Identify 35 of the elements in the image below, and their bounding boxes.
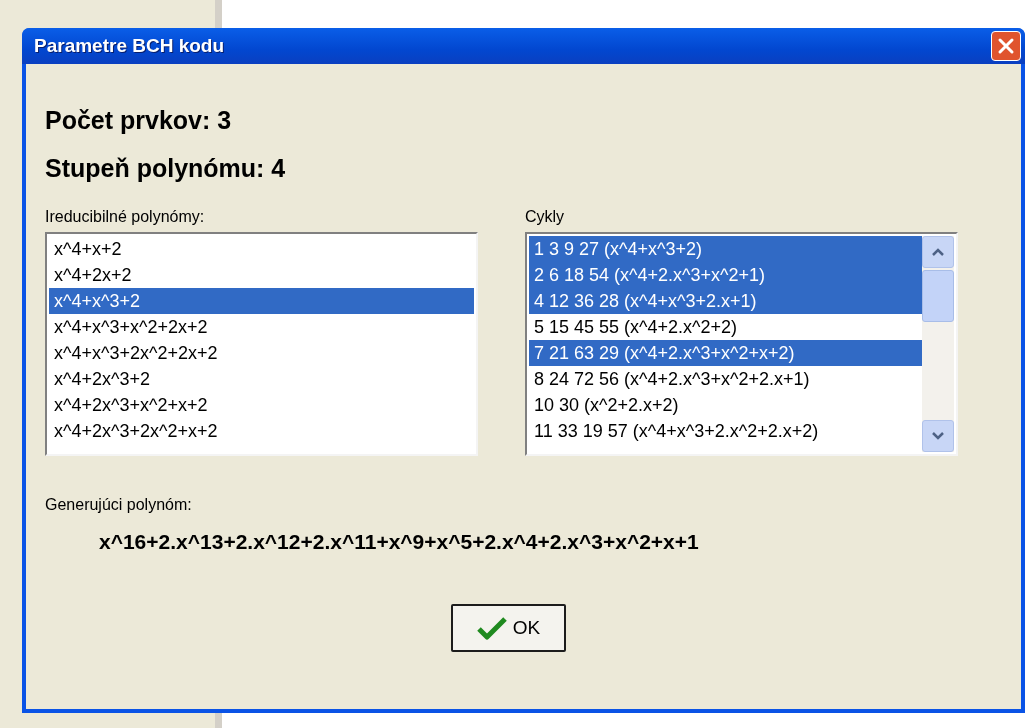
list-item[interactable]: x^4+x^3+2 [49,288,474,314]
list-label: Cykly [525,208,565,226]
chevron-down-icon [931,431,945,441]
list-item[interactable]: 4 12 36 28 (x^4+x^3+2.x+1) [529,288,922,314]
polynomial-list[interactable]: x^4+x+2 x^4+2x+2 x^4+x^3+2 x^4+x^3+x^2+2x+2 x^4+x^3+2x^2+2x+2 x^4+2x^3+2 x^4+2x^3+x^2+x+2 x^4+2x^3+2x^2+x+2 [45,232,478,456]
list-item[interactable]: x^4+2x^3+2 [49,366,474,392]
summary-heading: Počet prvkov: 3 [45,105,233,136]
list-item[interactable]: x^4+2x+2 [49,262,474,288]
generator-polynomial: x^16+2.x^13+2.x^12+2.x^11+x^9+x^5+2.x^4+2.x^3+x^2+x+1 [99,530,699,554]
list-item[interactable]: 1 3 9 27 (x^4+x^3+2) [529,236,922,262]
list-item[interactable]: 11 33 19 57 (x^4+x^3+2.x^2+2.x+2) [529,418,922,444]
scrollbar-thumb[interactable] [922,270,954,322]
summary-heading: Stupeň polynómu: 4 [45,153,287,184]
list-item[interactable]: x^4+x^3+x^2+2x+2 [49,314,474,340]
list-item[interactable]: 5 15 45 55 (x^4+2.x^2+2) [529,314,922,340]
list-item[interactable]: 7 21 63 29 (x^4+2.x^3+x^2+x+2) [529,340,922,366]
scroll-up-button[interactable] [922,236,954,268]
list-item[interactable]: 10 30 (x^2+2.x+2) [529,392,922,418]
scroll-down-button[interactable] [922,420,954,452]
scrollbar[interactable] [922,236,954,452]
list-label: Ireducibilné polynómy: [45,208,205,226]
field-label: Generujúci polynóm: [45,496,192,514]
chevron-up-icon [931,247,945,257]
list-item[interactable]: x^4+x^3+2x^2+2x+2 [49,340,474,366]
list-item[interactable]: 2 6 18 54 (x^4+2.x^3+x^2+1) [529,262,922,288]
close-icon [996,36,1016,56]
list-item[interactable]: x^4+2x^3+2x^2+x+2 [49,418,474,444]
close-button[interactable] [991,31,1021,61]
checkmark-icon [476,616,507,640]
cycle-list[interactable] [525,232,958,456]
list-item[interactable]: 8 24 72 56 (x^4+2.x^3+x^2+2.x+1) [529,366,922,392]
window-title: Parametre BCH kodu [34,35,225,57]
ok-button[interactable]: OK [451,604,566,652]
list-item[interactable]: x^4+2x^3+x^2+x+2 [49,392,474,418]
list-item[interactable]: x^4+x+2 [49,236,474,262]
